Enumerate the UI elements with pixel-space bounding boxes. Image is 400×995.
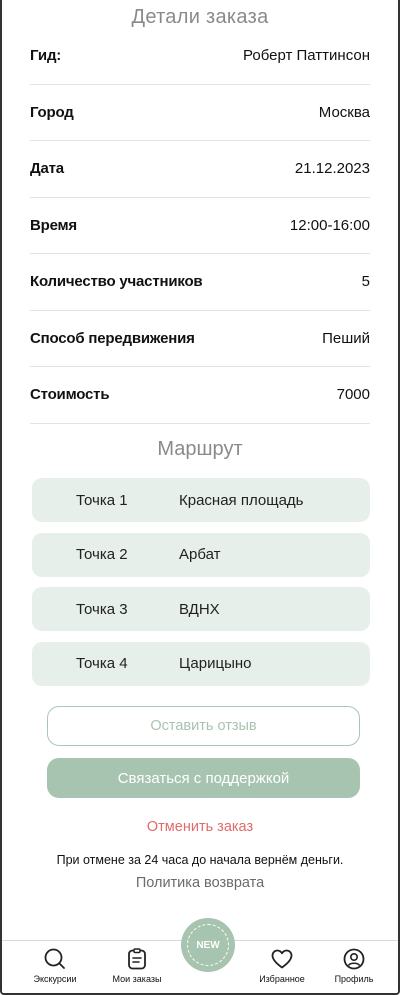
route-point: Точка 3 ВДНХ [32,587,370,631]
route-point: Точка 4 Царицыно [32,641,370,686]
detail-value: 5 [361,273,370,291]
refund-policy-link[interactable]: Политика возврата [2,875,398,891]
detail-value: 7000 [336,386,370,404]
leave-review-button[interactable]: Оставить отзыв [47,706,360,746]
cancel-note: При отмене за 24 часа до начала вернём д… [56,853,344,867]
route-point-number: Точка 2 [76,546,128,563]
detail-label: Дата [30,160,64,178]
search-icon [44,948,65,969]
cancel-order-link[interactable]: Отменить заказ [2,819,398,835]
detail-row-transport: Способ передвижения Пеший [30,311,370,367]
route-point-place: Арбат [179,546,221,563]
page-title: Детали заказа [131,6,269,28]
detail-label: Стоимость [30,386,110,404]
detail-label: Способ передвижения [30,329,195,347]
tab-label: Избранное [259,974,305,984]
detail-label: Время [30,216,77,234]
route-point-place: ВДНХ [179,600,220,618]
detail-label: Город [30,103,74,121]
tab-label: Профиль [334,974,374,984]
new-badge-icon: NEW [187,924,229,966]
detail-label: Гид: [30,47,62,65]
detail-row-guide: Гид: Роберт Паттинсон [30,28,370,85]
user-circle-icon [343,948,365,970]
new-badge-button[interactable]: NEW [181,918,235,972]
detail-row-city: Город Москва [30,85,370,141]
tab-my-orders[interactable]: Мои заказы [102,941,172,984]
route-point-place: Царицыно [179,655,252,672]
contact-support-button[interactable]: Связаться с поддержкой [47,758,360,798]
route-point-number: Точка 3 [76,600,128,618]
tab-tours[interactable]: Экскурсии [24,941,86,984]
route-point: Точка 1 Красная площадь [32,478,370,522]
route-point-number: Точка 1 [76,491,128,509]
order-details-screen: Детали заказа Гид: Роберт Паттинсон Горо… [0,0,400,995]
detail-value: 21.12.2023 [294,160,370,178]
detail-value: Пеший [322,329,370,347]
tab-label: Мои заказы [112,974,162,984]
detail-value: Москва [318,103,370,121]
new-badge-label: NEW [196,939,220,951]
route-title: Маршрут [157,438,243,460]
detail-row-time: Время 12:00-16:00 [30,198,370,254]
order-details-list: Гид: Роберт Паттинсон Город Москва Дата … [30,28,370,424]
tab-favorites[interactable]: Избранное [249,941,315,984]
route-point-place: Красная площадь [179,491,304,509]
detail-row-participants: Количество участников 5 [30,254,370,311]
tab-label: Экскурсии [33,974,77,984]
route-points-list: Точка 1 Красная площадь Точка 2 Арбат То… [32,478,370,696]
clipboard-icon [128,948,146,970]
detail-value: 12:00-16:00 [289,216,370,234]
route-point-number: Точка 4 [76,655,128,672]
route-point: Точка 2 Арбат [32,532,370,577]
tab-profile[interactable]: Профиль [324,941,384,984]
detail-row-price: Стоимость 7000 [30,367,370,424]
detail-label: Количество участников [30,273,203,291]
heart-icon [271,949,293,969]
detail-row-date: Дата 21.12.2023 [30,141,370,198]
detail-value: Роберт Паттинсон [243,47,370,65]
